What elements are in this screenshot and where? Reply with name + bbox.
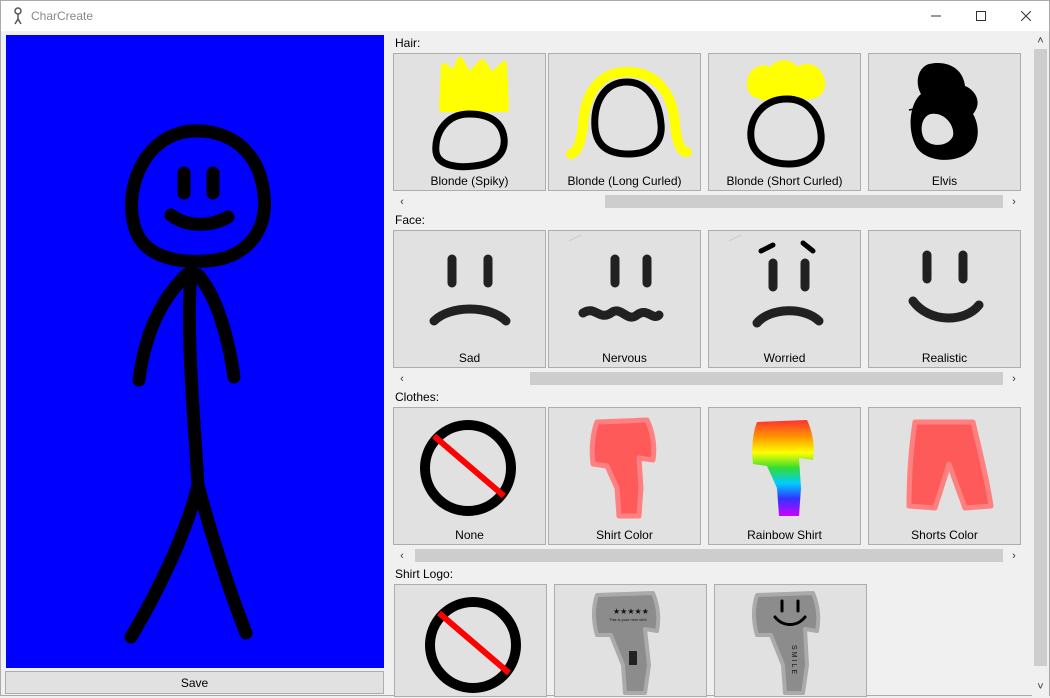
face-option-sad[interactable]: Sad [393, 230, 546, 368]
logo-option-smile[interactable]: SMILE [714, 584, 867, 697]
hair-option-blonde-spiky[interactable]: Blonde (Spiky) [393, 53, 546, 191]
rainbow-shirt-thumbnail [752, 420, 814, 516]
close-icon [1021, 11, 1031, 21]
scroll-left-icon[interactable]: ‹ [395, 195, 409, 208]
clothes-horizontal-scrollbar[interactable]: ‹ › [393, 547, 1023, 564]
hair-option-label: Blonde (Long Curled) [567, 174, 682, 188]
title-bar: CharCreate [1, 1, 1049, 31]
maximize-button[interactable] [958, 1, 1004, 31]
scrollbar-thumb[interactable] [1034, 49, 1047, 666]
no-symbol-icon [425, 597, 521, 693]
scroll-right-icon[interactable]: › [1007, 372, 1021, 385]
face-option-realistic[interactable]: Realistic [868, 230, 1021, 368]
clothes-option-rainbow-shirt[interactable]: Rainbow Shirt [708, 407, 861, 545]
hair-option-label: Blonde (Spiky) [430, 174, 509, 188]
hair-section-label: Hair: [395, 36, 421, 50]
worried-face-thumbnail [728, 234, 824, 328]
face-option-worried[interactable]: Worried [708, 230, 861, 368]
vertical-scrollbar[interactable]: ˄ ˅ [1032, 32, 1049, 696]
scroll-left-icon[interactable]: ‹ [395, 372, 409, 385]
nervous-face-thumbnail [568, 234, 664, 322]
logo-small-text: This is your new shirt [609, 617, 647, 622]
character-preview [6, 35, 384, 668]
scrollbar-thumb[interactable] [530, 372, 1003, 385]
hair-option-elvis[interactable]: Elvis [868, 53, 1021, 191]
minimize-icon [931, 15, 941, 17]
scroll-left-icon[interactable]: ‹ [395, 549, 409, 562]
realistic-face-thumbnail [908, 250, 984, 323]
maximize-icon [976, 11, 986, 21]
spiky-hair-thumbnail [432, 57, 509, 171]
close-button[interactable] [1003, 1, 1049, 31]
scrollbar-thumb[interactable] [605, 195, 1003, 208]
hair-option-label: Blonde (Short Curled) [726, 174, 843, 188]
face-horizontal-scrollbar[interactable]: ‹ › [393, 370, 1023, 387]
hair-option-label: Elvis [931, 174, 958, 188]
scroll-down-icon[interactable]: ˅ [1034, 680, 1047, 694]
scroll-right-icon[interactable]: › [1007, 549, 1021, 562]
minimize-button[interactable] [913, 1, 959, 31]
face-option-label: Realistic [921, 351, 968, 365]
hair-option-blonde-long-curled[interactable]: Blonde (Long Curled) [548, 53, 701, 191]
scroll-up-icon[interactable]: ˄ [1034, 34, 1047, 48]
smile-logo-shirt-thumbnail [752, 591, 821, 695]
logo-option-stars[interactable]: ★★★★★ This is your new shirt [554, 584, 707, 697]
short-curled-hair-thumbnail [746, 60, 826, 168]
clothes-option-label: Shorts Color [911, 528, 978, 542]
scrollbar-thumb[interactable] [415, 549, 1003, 562]
stick-figure-app-icon [11, 7, 25, 28]
shorts-thumbnail [906, 419, 994, 511]
sad-face-thumbnail [429, 254, 511, 326]
scroll-right-icon[interactable]: › [1007, 195, 1021, 208]
clothes-section-label: Clothes: [395, 390, 440, 404]
clothes-option-shirt-color[interactable]: Shirt Color [548, 407, 701, 545]
logo-stars-text: ★★★★★ [613, 607, 649, 616]
logo-option-none[interactable] [394, 584, 547, 697]
elvis-hair-thumbnail [908, 62, 978, 160]
hair-horizontal-scrollbar[interactable]: ‹ › [393, 193, 1023, 210]
no-symbol-icon [420, 420, 516, 516]
window-title: CharCreate [31, 9, 94, 23]
shirt-thumbnail [589, 417, 657, 519]
shirt-logo-section-label: Shirt Logo: [395, 567, 454, 581]
clothes-option-label: Rainbow Shirt [747, 528, 822, 542]
hair-option-blonde-short-curled[interactable]: Blonde (Short Curled) [708, 53, 861, 191]
logo-smile-text: SMILE [790, 645, 797, 677]
face-option-nervous[interactable]: Nervous [548, 230, 701, 368]
app-window: CharCreate Save Hair: Blonde (Spiky) Blo… [0, 0, 1050, 697]
stick-figure-drawing [124, 124, 271, 644]
face-option-label: Worried [763, 351, 806, 365]
clothes-option-none[interactable]: None [393, 407, 546, 545]
face-option-label: Nervous [602, 351, 647, 365]
clothes-option-label: None [455, 528, 484, 542]
save-button[interactable]: Save [5, 671, 384, 694]
face-option-label: Sad [458, 351, 481, 365]
clothes-option-label: Shirt Color [596, 528, 653, 542]
clothes-option-shorts-color[interactable]: Shorts Color [868, 407, 1021, 545]
face-section-label: Face: [395, 213, 426, 227]
long-curled-hair-thumbnail [566, 67, 692, 159]
star-logo-shirt-thumbnail [592, 591, 661, 695]
